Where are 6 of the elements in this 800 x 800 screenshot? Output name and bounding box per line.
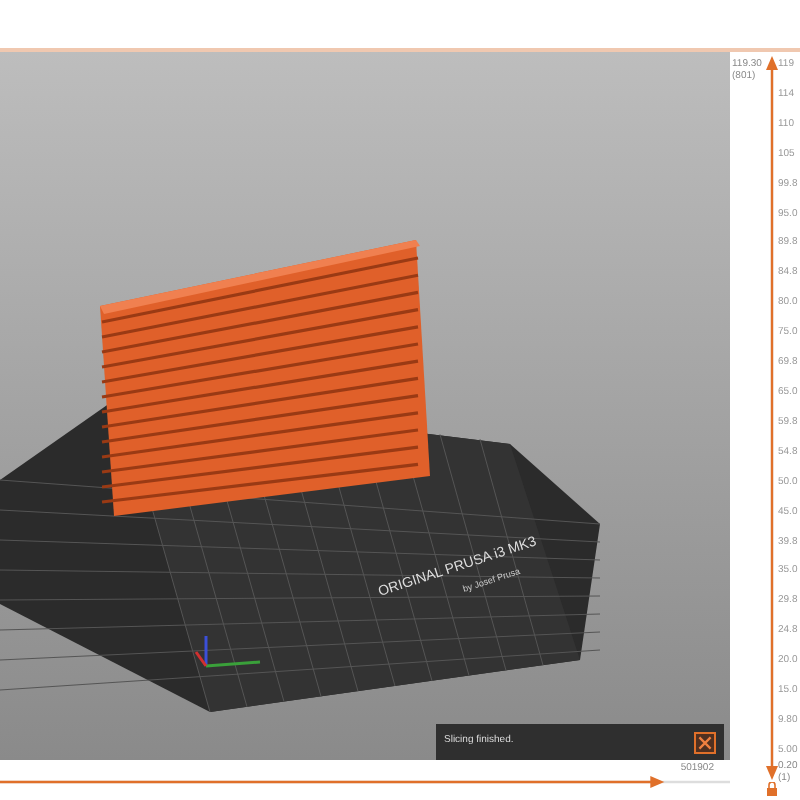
close-button[interactable] <box>694 731 716 753</box>
axes-icon <box>194 636 261 668</box>
lock-icon[interactable] <box>766 782 778 796</box>
vertical-slider[interactable] <box>766 56 778 780</box>
horizontal-slider[interactable] <box>0 776 730 788</box>
close-icon <box>698 735 712 749</box>
